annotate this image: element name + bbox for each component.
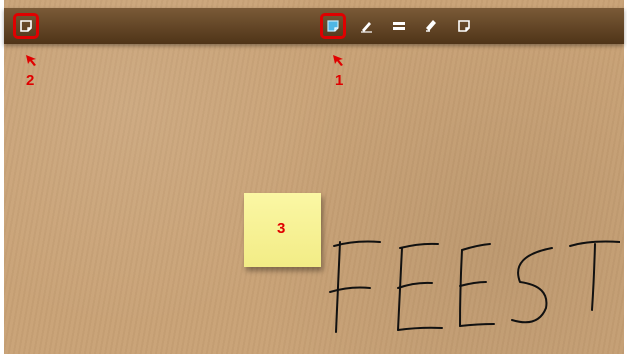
- sticky-tool[interactable]: [455, 17, 473, 35]
- note-icon: [327, 20, 339, 32]
- line-tool[interactable]: [390, 17, 408, 35]
- pen-tool[interactable]: [357, 17, 375, 35]
- annotation-label-2: 2: [26, 72, 35, 89]
- annotation-arrow-1: [333, 55, 343, 66]
- handwritten-text: [329, 240, 620, 333]
- annotation-label-1: 1: [335, 72, 344, 89]
- note-button-left[interactable]: [13, 13, 39, 39]
- eraser-icon: [426, 20, 436, 32]
- eraser-tool[interactable]: [422, 17, 440, 35]
- pen-icon: [361, 22, 372, 33]
- toolbar: [4, 8, 624, 44]
- sticky-note[interactable]: 3: [244, 193, 321, 267]
- note-icon: [20, 20, 32, 32]
- line-weight-icon: [393, 22, 405, 30]
- new-note-tool[interactable]: [320, 13, 346, 39]
- sticky-note-icon: [458, 20, 470, 32]
- annotation-label-3: 3: [277, 220, 286, 237]
- annotation-arrow-2: [26, 55, 36, 66]
